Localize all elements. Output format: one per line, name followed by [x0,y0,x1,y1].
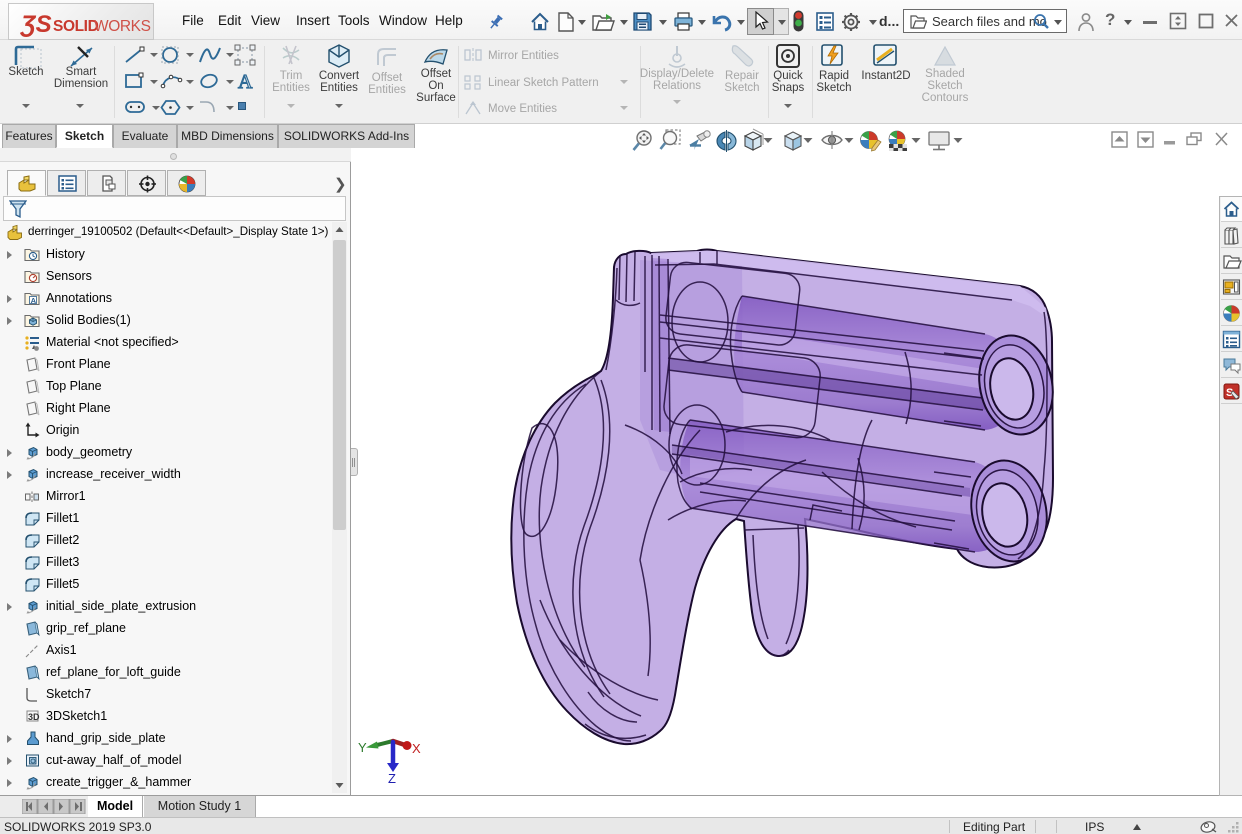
svg-text:Y: Y [358,740,367,755]
svg-text:Z: Z [388,771,396,786]
svg-text:X: X [412,741,421,756]
svg-text:SOLID: SOLID [53,18,99,35]
svg-text:A: A [238,71,253,92]
svg-text:WORKS: WORKS [94,18,151,35]
svg-text:ƷS: ƷS [19,11,52,38]
